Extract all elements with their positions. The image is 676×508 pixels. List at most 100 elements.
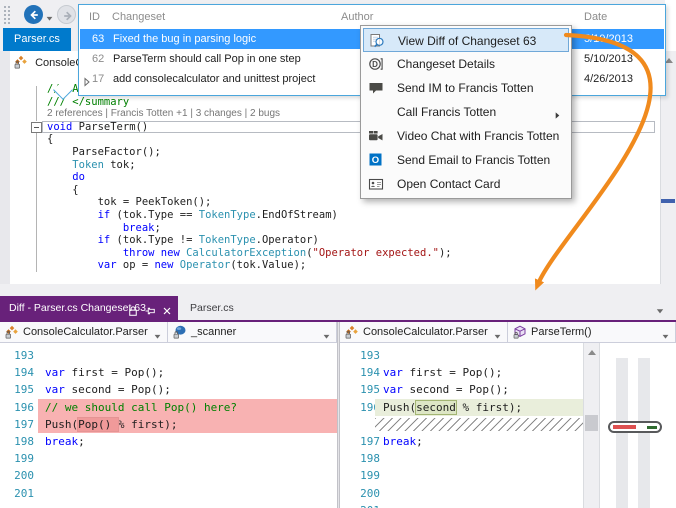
breadcrumb-type-dropdown[interactable]: ConsoleC — [14, 55, 83, 71]
pin-button[interactable] — [144, 302, 156, 315]
send-email-icon: O — [368, 152, 385, 168]
line-number: 195 — [14, 383, 34, 397]
editor-top-right-area — [665, 0, 676, 52]
menu-item-label: Changeset Details — [397, 57, 496, 71]
toolbar-grip[interactable] — [3, 5, 10, 26]
diff-tab-active[interactable]: Diff - Parser.cs Changeset 63 — [0, 296, 178, 320]
line-number: 200 — [360, 486, 380, 500]
changeset-date: 5/10/2013 — [584, 53, 633, 65]
changeset-id: 62 — [92, 53, 105, 65]
line-number: 197 — [14, 417, 34, 431]
changeset-date: 5/10/2013 — [584, 33, 633, 45]
changeset-id: 17 — [92, 73, 105, 85]
changeset-details-icon: D — [368, 56, 385, 72]
line-number: 198 — [360, 452, 380, 466]
send-im-icon — [368, 80, 385, 96]
changeset-message: ParseTerm should call Pop in one step — [113, 53, 301, 65]
diff-overview-bar-left[interactable] — [616, 358, 628, 508]
column-author: Author — [341, 11, 374, 23]
removed-marker — [613, 425, 636, 429]
column-date: Date — [584, 11, 608, 23]
inactive-tab-label: Parser.cs — [190, 302, 234, 314]
nav-dropdown-left-member[interactable]: _scanner — [168, 322, 337, 343]
code-line: 196// we should call Pop() here? — [0, 398, 337, 416]
column-id: ID — [89, 11, 100, 23]
menu-item-label: Send IM to Francis Totten — [397, 81, 534, 95]
changeset-message: add consolecalculator and unittest proje… — [113, 73, 316, 85]
changeset-date: 4/26/2013 — [584, 73, 633, 85]
context-menu-item[interactable]: D Changeset Details — [363, 52, 569, 76]
context-menu-item[interactable]: O Send Email to Francis Totten — [363, 148, 569, 172]
tab-list-dropdown[interactable] — [655, 303, 665, 314]
code-line: if (tok.Type == TokenType.EndOfStream) — [97, 209, 338, 221]
class-icon — [5, 325, 19, 339]
menu-item-label: Send Email to Francis Totten — [397, 153, 551, 167]
context-menu-item[interactable]: Video Chat with Francis Totten — [363, 124, 569, 148]
context-menu-item[interactable]: View Diff of Changeset 63 — [363, 28, 569, 52]
lock-icon — [127, 302, 139, 316]
line-number: 201 — [352, 503, 380, 508]
expander-icon[interactable] — [82, 74, 92, 87]
method-icon — [513, 325, 527, 339]
context-menu-item[interactable]: Open Contact Card — [363, 172, 569, 196]
nav-dropdown-left-scope[interactable]: ConsoleCalculator.Parser — [0, 322, 168, 343]
forward-button[interactable] — [57, 5, 76, 24]
visual-studio-window: Parser.cs ConsoleC /// A/// </summary2 r… — [0, 0, 676, 508]
scroll-up-icon[interactable] — [586, 346, 598, 358]
nav-dropdown-right-scope[interactable]: ConsoleCalculator.Parser — [340, 322, 508, 343]
chevron-down-icon[interactable] — [322, 328, 331, 339]
view-diff-icon — [369, 33, 386, 49]
editor-tab-label: Parser.cs — [14, 33, 60, 45]
chevron-down-icon[interactable] — [493, 328, 502, 339]
diff-pane-divider[interactable] — [337, 322, 340, 508]
code-line: 194 var first = Pop(); — [0, 364, 337, 381]
changeset-message: Fixed the bug in parsing logic — [113, 33, 257, 45]
back-button[interactable] — [24, 5, 43, 24]
line-number: 193 — [360, 349, 380, 362]
nav-label: ConsoleCalculator.Parser — [363, 326, 488, 338]
line-number: 199 — [360, 469, 380, 483]
back-history-dropdown[interactable] — [45, 10, 55, 21]
scrollbar-caret-marker — [661, 199, 675, 203]
added-marker — [647, 425, 657, 429]
changeset-context-menu: View Diff of Changeset 63 D Changeset Deta… — [360, 25, 572, 199]
close-button[interactable] — [161, 302, 173, 315]
breadcrumb-label: ConsoleC — [35, 57, 84, 69]
contact-card-icon — [368, 176, 385, 192]
line-number: 198 — [14, 435, 34, 448]
code-line: 199 — [0, 450, 337, 467]
code-line: if (tok.Type != TokenType.Operator) — [97, 234, 319, 247]
code-line: var op = new Operator(tok.Value); — [97, 259, 307, 272]
changeset-id: 63 — [92, 33, 105, 45]
diff-tab-inactive[interactable]: Parser.cs — [184, 296, 240, 320]
code-line: 193 — [0, 347, 337, 364]
context-menu-item[interactable]: Send IM to Francis Totten — [363, 76, 569, 100]
menu-item-label: Open Contact Card — [397, 177, 501, 191]
code-line: break; — [122, 221, 161, 234]
nav-label: ConsoleCalculator.Parser — [23, 326, 148, 338]
line-number: 201 — [14, 486, 34, 500]
code-line: 201 — [0, 485, 337, 502]
menu-item-label: View Diff of Changeset 63 — [398, 34, 537, 48]
nav-label: ParseTerm() — [531, 326, 592, 338]
diff-overview-bar-right[interactable] — [638, 358, 650, 508]
nav-label: _scanner — [191, 326, 237, 338]
diff-viewport-indicator[interactable] — [608, 421, 662, 433]
deleted-line-placeholder — [375, 417, 583, 431]
editor-tab-parser[interactable]: Parser.cs — [3, 28, 71, 51]
line-number: 194 — [14, 366, 34, 380]
line-number: 194 — [360, 366, 380, 380]
context-menu-item[interactable]: Call Francis Totten — [363, 100, 569, 124]
menu-item-label: Video Chat with Francis Totten — [397, 129, 560, 143]
chevron-down-icon[interactable] — [661, 328, 670, 339]
chevron-down-icon[interactable] — [153, 328, 162, 339]
class-icon — [345, 325, 359, 339]
code-line: 195 var second = Pop(); — [0, 381, 337, 398]
line-number: 199 — [14, 452, 34, 466]
line-number: 196 — [14, 400, 34, 414]
svg-text:O: O — [372, 155, 379, 166]
video-chat-icon — [368, 128, 385, 144]
scrollbar-thumb[interactable] — [585, 415, 598, 431]
nav-dropdown-right-member[interactable]: ParseTerm() — [508, 322, 676, 343]
line-number: 200 — [14, 469, 34, 483]
